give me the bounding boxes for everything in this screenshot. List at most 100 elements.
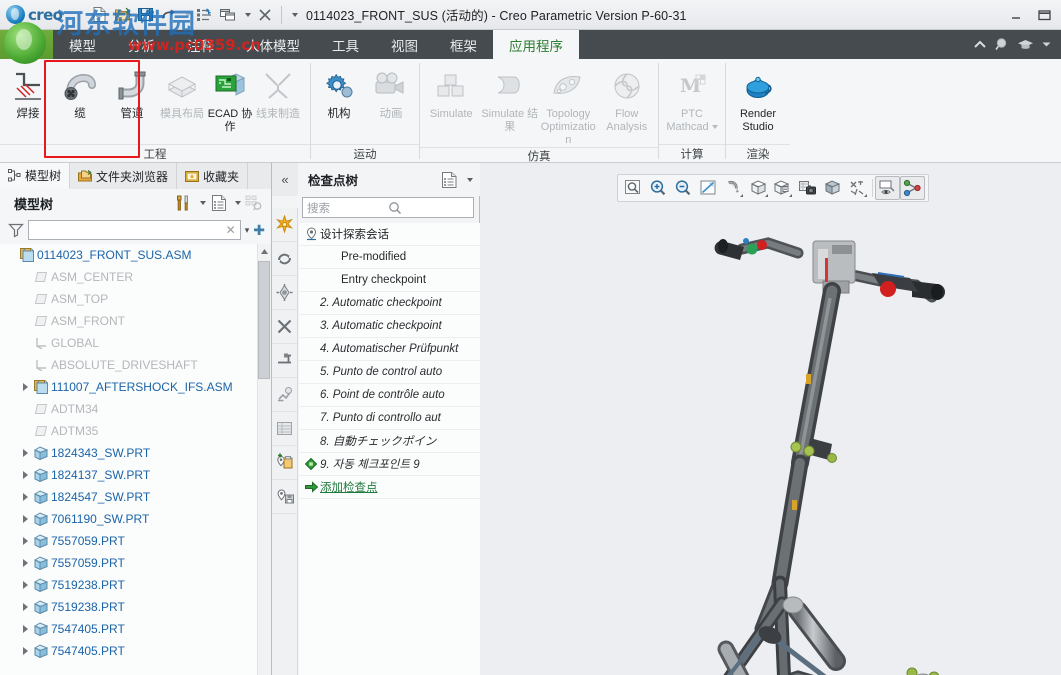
command-render-studio[interactable]: Render Studio: [728, 62, 788, 138]
tab-tools[interactable]: 工具: [316, 30, 375, 59]
expand-arrow-icon[interactable]: [18, 383, 32, 391]
model-tree-row[interactable]: 111007_AFTERSHOCK_IFS.ASM: [0, 376, 271, 398]
tree-settings-dropdown-icon[interactable]: [195, 192, 208, 214]
zoom-in-icon[interactable]: [646, 176, 671, 200]
model-tree-row[interactable]: ABSOLUTE_DRIVESHAFT: [0, 354, 271, 376]
redo-icon[interactable]: [157, 3, 179, 27]
checkpoint-list-icon[interactable]: [437, 171, 461, 189]
checkpoint-row[interactable]: 8. 自動チェックポイン: [299, 430, 480, 453]
expand-arrow-icon[interactable]: [18, 647, 32, 655]
tab-model[interactable]: 模型: [53, 30, 112, 59]
model-tree-scrollbar[interactable]: [257, 244, 271, 675]
refresh-checkpoint-icon[interactable]: [272, 242, 297, 276]
graphics-viewport[interactable]: [480, 163, 1061, 675]
tab-framework[interactable]: 框架: [434, 30, 493, 59]
command-flow-analysis[interactable]: Flow Analysis: [598, 62, 657, 138]
model-tree-row[interactable]: 7557059.PRT: [0, 530, 271, 552]
add-checkpoint-tool-icon[interactable]: [272, 446, 297, 480]
model-tree-filter-input[interactable]: ✕: [28, 220, 241, 240]
checkpoint-tree[interactable]: 设计探索会话 Pre-modified Entry checkpoint 2. Aut…: [299, 223, 480, 675]
model-tree-row[interactable]: 7547405.PRT: [0, 640, 271, 662]
compare-checkpoint-icon[interactable]: [272, 378, 297, 412]
tree-display-dropdown-icon[interactable]: [230, 192, 243, 214]
model-tree-row[interactable]: 1824137_SW.PRT: [0, 464, 271, 486]
model-tree-row[interactable]: 7061190_SW.PRT: [0, 508, 271, 530]
tab-annotate[interactable]: 注释: [171, 30, 230, 59]
collapse-panel-button[interactable]: «: [272, 163, 298, 196]
command-simulate-results[interactable]: Simulate 结果: [481, 62, 540, 138]
model-tree-row[interactable]: GLOBAL: [0, 332, 271, 354]
expand-arrow-icon[interactable]: [18, 493, 32, 501]
model-tree-row[interactable]: 7547405.PRT: [0, 618, 271, 640]
tab-file[interactable]: 文件: [0, 30, 53, 59]
window-dropdown-icon[interactable]: [240, 3, 253, 27]
checkpoint-table-icon[interactable]: [272, 412, 297, 446]
command-mechanism[interactable]: 机构: [313, 62, 365, 138]
scrollbar-thumb[interactable]: [258, 261, 270, 379]
tree-display-icon[interactable]: [208, 192, 230, 214]
expand-arrow-icon[interactable]: [18, 625, 32, 633]
command-mold-layout[interactable]: 模具布局: [158, 62, 206, 138]
options-dropdown-icon[interactable]: [1041, 40, 1052, 49]
command-animation[interactable]: 动画: [365, 62, 417, 138]
expand-arrow-icon[interactable]: [18, 559, 32, 567]
model-tree-row[interactable]: ADTM35: [0, 420, 271, 442]
command-topology-optimization[interactable]: Topology Optimization: [539, 62, 598, 147]
tree-filter-icon[interactable]: [243, 192, 265, 214]
expand-arrow-icon[interactable]: [18, 603, 32, 611]
checkpoint-dropdown-icon[interactable]: [461, 177, 476, 182]
save-icon[interactable]: [134, 3, 156, 27]
set-checkpoint-icon[interactable]: [272, 276, 297, 310]
command-harness-manufacturing[interactable]: 线束制造: [254, 62, 302, 138]
regenerate-icon[interactable]: [194, 3, 216, 27]
maximize-button[interactable]: [1031, 4, 1057, 26]
model-tree-row[interactable]: 7557059.PRT: [0, 552, 271, 574]
search-icon[interactable]: [994, 37, 1010, 52]
annotation-display-icon[interactable]: [875, 176, 901, 200]
branch-checkpoint-icon[interactable]: [272, 344, 297, 378]
filter-clear-icon[interactable]: ✕: [226, 223, 236, 237]
checkpoint-row[interactable]: 设计探索会话: [299, 223, 480, 246]
model-tree-row[interactable]: 1824343_SW.PRT: [0, 442, 271, 464]
command-simulate[interactable]: Simulate: [422, 62, 481, 138]
command-ptc-mathcad[interactable]: M PTC Mathcad: [661, 62, 723, 138]
spin-center-icon[interactable]: [721, 176, 746, 200]
checkpoint-row[interactable]: Entry checkpoint: [299, 269, 480, 292]
model-tree[interactable]: 0114023_FRONT_SUS.ASM ASM_CENTER ASM_TOP AS…: [0, 244, 271, 675]
model-tree-row[interactable]: ASM_TOP: [0, 288, 271, 310]
model-tree-row[interactable]: 1824547_SW.PRT: [0, 486, 271, 508]
zoom-fit-icon[interactable]: [621, 176, 646, 200]
creo-logo[interactable]: creo: [0, 2, 86, 28]
tree-settings-icon[interactable]: [173, 192, 195, 214]
command-cable[interactable]: 缆: [54, 62, 106, 138]
redo-dropdown-icon[interactable]: [180, 3, 193, 27]
filter-add-icon[interactable]: ✚: [253, 222, 265, 239]
checkpoint-row[interactable]: 9. 자동 체크포인트 9: [299, 453, 480, 476]
expand-arrow-icon[interactable]: [18, 581, 32, 589]
model-tree-row[interactable]: 7519238.PRT: [0, 596, 271, 618]
nav-tab-favorites[interactable]: 收藏夹: [177, 163, 249, 189]
open-file-icon[interactable]: [111, 3, 133, 27]
datum-display-filters-icon[interactable]: [845, 176, 870, 200]
save-checkpoint-icon[interactable]: [272, 480, 297, 514]
checkpoint-item-label[interactable]: 添加检查点: [320, 479, 378, 495]
layer-tree-icon[interactable]: [900, 176, 926, 200]
collapse-ribbon-icon[interactable]: [973, 39, 987, 50]
new-file-icon[interactable]: [88, 3, 110, 27]
filter-dropdown-icon[interactable]: ▾: [245, 225, 250, 236]
model-tree-row[interactable]: 0114023_FRONT_SUS.ASM: [0, 244, 271, 266]
close-window-icon[interactable]: [254, 3, 276, 27]
checkpoint-row[interactable]: 2. Automatic checkpoint: [299, 292, 480, 315]
expand-arrow-icon[interactable]: [18, 449, 32, 457]
checkpoint-row[interactable]: 6. Point de contrôle auto: [299, 384, 480, 407]
command-weld[interactable]: 焊接: [2, 62, 54, 138]
checkpoint-row[interactable]: 4. Automatischer Prüfpunkt: [299, 338, 480, 361]
nav-tab-model-tree[interactable]: 模型树: [0, 163, 71, 189]
model-tree-row[interactable]: ASM_FRONT: [0, 310, 271, 332]
expand-arrow-icon[interactable]: [18, 515, 32, 523]
model-tree-row[interactable]: ADTM34: [0, 398, 271, 420]
display-style-icon[interactable]: [746, 176, 771, 200]
expand-arrow-icon[interactable]: [18, 471, 32, 479]
scroll-up-arrow-icon[interactable]: [258, 244, 271, 258]
tab-view[interactable]: 视图: [375, 30, 434, 59]
